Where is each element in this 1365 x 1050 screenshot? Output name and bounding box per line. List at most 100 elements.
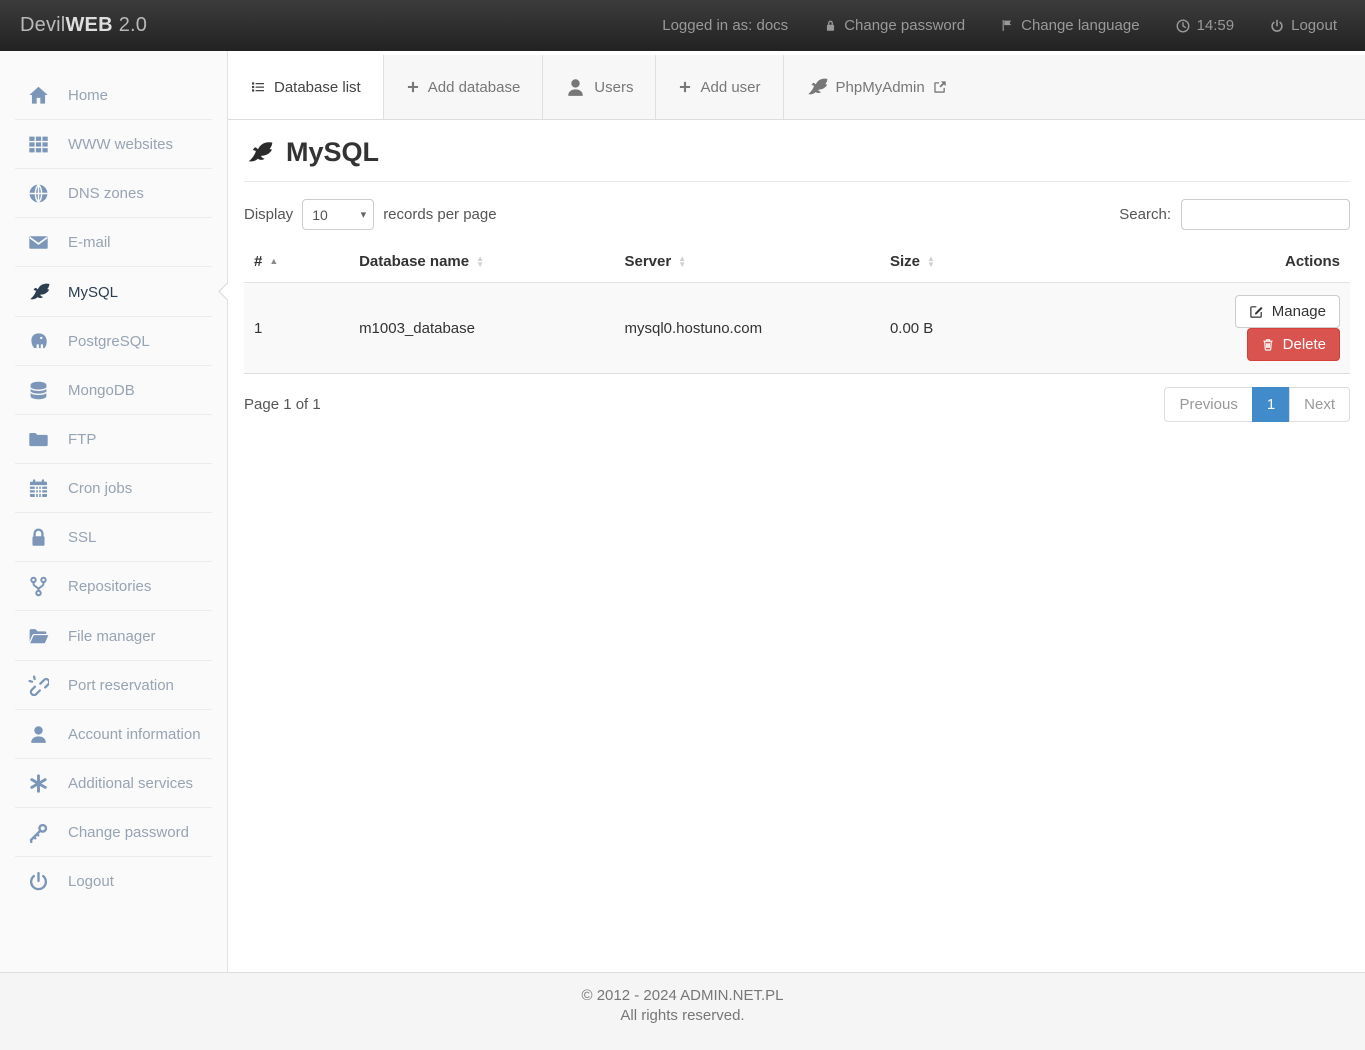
sidebar-item-label: DNS zones	[68, 185, 144, 202]
tab-label: Add database	[427, 78, 521, 96]
sidebar-item-cron-jobs[interactable]: Cron jobs	[15, 464, 212, 513]
change-password-link[interactable]: Change password	[824, 17, 965, 34]
tab-add-database[interactable]: Add database	[382, 55, 543, 119]
delete-button[interactable]: Delete	[1246, 328, 1340, 361]
tab-bar-filler	[968, 55, 1365, 119]
mysql-bird-icon	[806, 76, 828, 98]
flag-icon	[1001, 19, 1014, 32]
sidebar-item-label: WWW websites	[68, 136, 173, 153]
sidebar-item-logout[interactable]: Logout	[15, 857, 212, 905]
records-per-page-label: records per page	[383, 206, 497, 223]
sidebar-item-port-reservation[interactable]: Port reservation	[15, 661, 212, 710]
sidebar-item-additional-services[interactable]: Additional services	[15, 759, 212, 808]
chain-broken-icon	[28, 675, 54, 696]
sidebar-item-dns-zones[interactable]: DNS zones	[15, 169, 212, 218]
sidebar-item-account-information[interactable]: Account information	[15, 710, 212, 759]
column-header-[interactable]: # ▲	[244, 243, 350, 283]
sidebar-item-home[interactable]: Home	[15, 71, 212, 120]
change-language-link[interactable]: Change language	[1001, 17, 1140, 34]
search-input[interactable]	[1181, 199, 1350, 230]
sidebar-item-ftp[interactable]: FTP	[15, 415, 212, 464]
column-header-size[interactable]: Size ▲ ▼	[879, 243, 1146, 283]
sidebar-item-change-password[interactable]: Change password	[15, 808, 212, 857]
key-icon	[28, 822, 54, 843]
server-time: 14:59	[1176, 17, 1234, 34]
power-icon	[1270, 19, 1284, 33]
mysql-bird-icon	[28, 281, 54, 303]
main-panel: Database list Add database Users Add user Ph…	[228, 51, 1365, 972]
app-logo: DevilWEB 2.0	[20, 14, 148, 36]
tab-label: PhpMyAdmin	[835, 78, 925, 96]
column-header-actions: Actions	[1145, 243, 1350, 283]
column-label: Server	[624, 253, 672, 270]
tab-bar: Database list Add database Users Add user Ph…	[228, 55, 1365, 120]
search-label: Search:	[1119, 206, 1171, 223]
cell-size: 0.00 B	[889, 319, 934, 337]
top-navbar: DevilWEB 2.0 Logged in as: docs Change pa…	[0, 0, 1365, 51]
grid-icon	[28, 134, 54, 155]
sidebar-item-mysql[interactable]: MySQL	[15, 267, 237, 317]
tab-database-list[interactable]: Database list	[228, 55, 383, 119]
tab-phpmyadmin[interactable]: PhpMyAdmin	[782, 55, 969, 119]
sort-both-icon: ▲ ▼	[678, 253, 687, 269]
code-fork-icon	[28, 576, 54, 597]
plus-icon	[678, 80, 692, 94]
sidebar-item-ssl[interactable]: SSL	[15, 513, 212, 562]
user-icon	[28, 724, 54, 745]
page-footer: © 2012 - 2024 ADMIN.NET.PL All rights re…	[0, 973, 1365, 1026]
sidebar-item-label: Cron jobs	[68, 480, 133, 497]
sidebar-item-label: E-mail	[68, 234, 111, 251]
postgresql-elephant-icon	[28, 331, 54, 352]
sidebar-item-mongodb[interactable]: MongoDB	[15, 366, 212, 415]
pagination: Previous 1 Next	[1164, 387, 1350, 422]
pagination-next[interactable]: Next	[1289, 387, 1350, 422]
sidebar-item-postgresql[interactable]: PostgreSQL	[15, 317, 212, 366]
sidebar-item-label: Account information	[68, 726, 201, 743]
manage-button[interactable]: Manage	[1234, 295, 1340, 328]
sidebar-item-www-websites[interactable]: WWW websites	[15, 120, 212, 169]
cell-actions: Manage Delete	[1145, 283, 1350, 374]
sidebar-item-label: Repositories	[68, 578, 152, 595]
lock-icon	[824, 19, 837, 32]
pagination-page-1[interactable]: 1	[1251, 387, 1291, 422]
sidebar-item-file-manager[interactable]: File manager	[15, 611, 212, 661]
page-title: MySQL	[246, 137, 1350, 168]
tab-label: Database list	[274, 78, 361, 96]
power-icon	[28, 871, 54, 892]
mysql-bird-icon	[246, 139, 273, 166]
sort-both-icon: ▲ ▼	[926, 253, 935, 269]
sidebar-item-e-mail[interactable]: E-mail	[15, 218, 212, 267]
sidebar-item-label: Home	[68, 87, 109, 104]
sidebar-item-label: Additional services	[68, 775, 194, 792]
copyright-text: © 2012 - 2024 ADMIN.NET.PL	[581, 987, 784, 1004]
cell-num: 1	[254, 319, 263, 337]
sidebar-item-repositories[interactable]: Repositories	[15, 562, 212, 611]
rights-text: All rights reserved.	[620, 1007, 745, 1024]
lock-icon	[28, 527, 54, 548]
logged-in-as: Logged in as: docs	[662, 17, 789, 34]
column-label: Actions	[1284, 253, 1340, 270]
sort-both-icon: ▲ ▼	[476, 253, 485, 269]
display-label: Display	[244, 206, 294, 223]
logout-link[interactable]: Logout	[1270, 17, 1337, 34]
pagination-previous[interactable]: Previous	[1164, 387, 1253, 422]
page-size-select[interactable]: 10	[302, 199, 375, 230]
sidebar-item-label: MongoDB	[68, 382, 135, 399]
calendar-icon	[28, 478, 54, 499]
user-icon	[565, 77, 586, 98]
folder-icon	[28, 429, 54, 450]
edit-icon	[1249, 304, 1264, 319]
list-icon	[250, 79, 266, 95]
sidebar-item-label: FTP	[68, 431, 97, 448]
external-link-icon	[933, 80, 947, 94]
tab-add-user[interactable]: Add user	[655, 55, 783, 119]
database-cylinder-icon	[28, 380, 54, 401]
table-row: 1 m1003_database mysql0.hostuno.com 0.00 B M…	[244, 282, 1350, 374]
clock-icon	[1176, 19, 1190, 33]
column-header-server[interactable]: Server ▲ ▼	[614, 243, 880, 283]
tab-users[interactable]: Users	[542, 55, 656, 119]
column-header-database-name[interactable]: Database name ▲ ▼	[349, 243, 615, 283]
home-icon	[28, 85, 54, 106]
asterisk-icon	[28, 773, 54, 794]
tab-label: Users	[594, 78, 634, 96]
